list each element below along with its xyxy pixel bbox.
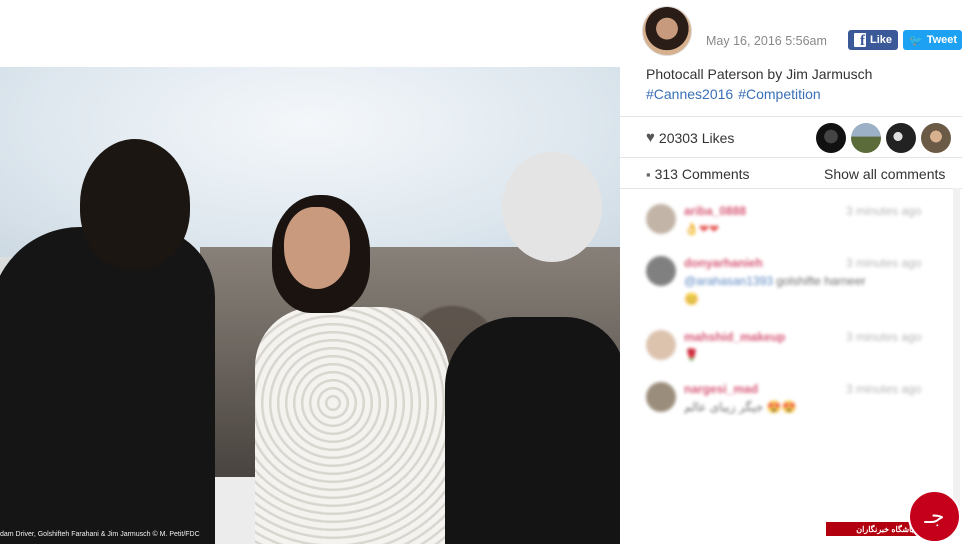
heart-icon: ♥ [646,129,655,146]
post-date: May 16, 2016 5:56am [706,34,827,48]
commenter-avatar[interactable] [646,382,676,412]
photo-woman-dress [255,307,450,544]
facebook-like-button[interactable]: f Like [848,30,898,50]
facebook-icon: f [854,33,866,49]
liker-avatar[interactable] [921,123,951,153]
comment-time: 3 minutes ago [846,330,922,344]
comment-emoji: 😊 [684,292,699,306]
comment-emoji: 👌❤❤ [684,222,720,236]
comment-text: @arahasan1393 golshifte harneer [684,274,866,288]
comment-emoji: 😍😍 [766,400,797,414]
hashtag-link[interactable]: #Competition [738,86,821,102]
commenter-username[interactable]: nargesi_mad [684,382,758,396]
news-watermark-logo: باشگاه خبرنگاران جـ [826,489,962,544]
show-all-comments-link[interactable]: Show all comments [824,166,945,182]
comment-body: جیگر زیبای عالم [684,400,767,414]
comment-text: 👌❤❤ [684,222,719,236]
likes-count[interactable]: ♥ 20303 Likes [646,129,734,146]
likes-label: 20303 Likes [658,129,735,146]
hashtag-link[interactable]: #Cannes2016 [646,86,733,102]
comment-time: 3 minutes ago [846,204,922,218]
comment-mention[interactable]: @arahasan1393 [684,274,773,288]
comment-text: 😊 [684,292,699,306]
photo-man-left [0,227,215,544]
comment-body: golshifte harneer [772,274,866,288]
twitter-bird-icon: 🐦 [909,34,923,47]
tweet-label: Tweet [926,34,958,46]
photo-man-right-head [502,152,602,262]
divider [620,116,962,117]
post-caption: Photocall Paterson by Jim Jarmusch [646,66,873,82]
comment-text: جیگر زیبای عالم 😍😍 [684,400,796,414]
photo-man-right [445,317,620,544]
commenter-username[interactable]: ariba_0888 [684,204,746,218]
comment-time: 3 minutes ago [846,256,922,270]
liker-avatar[interactable] [886,123,916,153]
comments-scrollbar[interactable] [953,188,960,508]
comments-label: 313 Comments [654,166,750,182]
commenter-avatar[interactable] [646,204,676,234]
comment-list[interactable]: ariba_0888 3 minutes ago 👌❤❤ donyarhanie… [620,188,962,508]
commenter-avatar[interactable] [646,256,676,286]
photo-woman-face [284,207,350,289]
comments-count: ▪ 313 Comments [646,166,750,182]
comment-emoji: 🌹 [684,348,699,362]
post-photo[interactable] [0,67,620,544]
facebook-like-label: Like [869,34,892,46]
commenter-username[interactable]: donyarhanieh [684,256,763,270]
tweet-button[interactable]: 🐦 Tweet [903,30,962,50]
commenter-username[interactable]: mahshid_makeup [684,330,785,344]
liker-avatar[interactable] [816,123,846,153]
comment-text: 🌹 [684,348,699,362]
post-hashtags: #Cannes2016 #Competition [646,84,826,104]
liker-avatar[interactable] [851,123,881,153]
photo-credit: dam Driver, Golshifteh Farahani & Jim Ja… [0,531,200,538]
comment-time: 3 minutes ago [846,382,922,396]
comment-bubble-icon: ▪ [646,166,651,182]
divider [620,157,962,158]
author-avatar[interactable] [642,6,692,56]
commenter-avatar[interactable] [646,330,676,360]
watermark-emblem-icon: جـ [908,490,961,543]
photo-man-left-head [80,139,190,269]
